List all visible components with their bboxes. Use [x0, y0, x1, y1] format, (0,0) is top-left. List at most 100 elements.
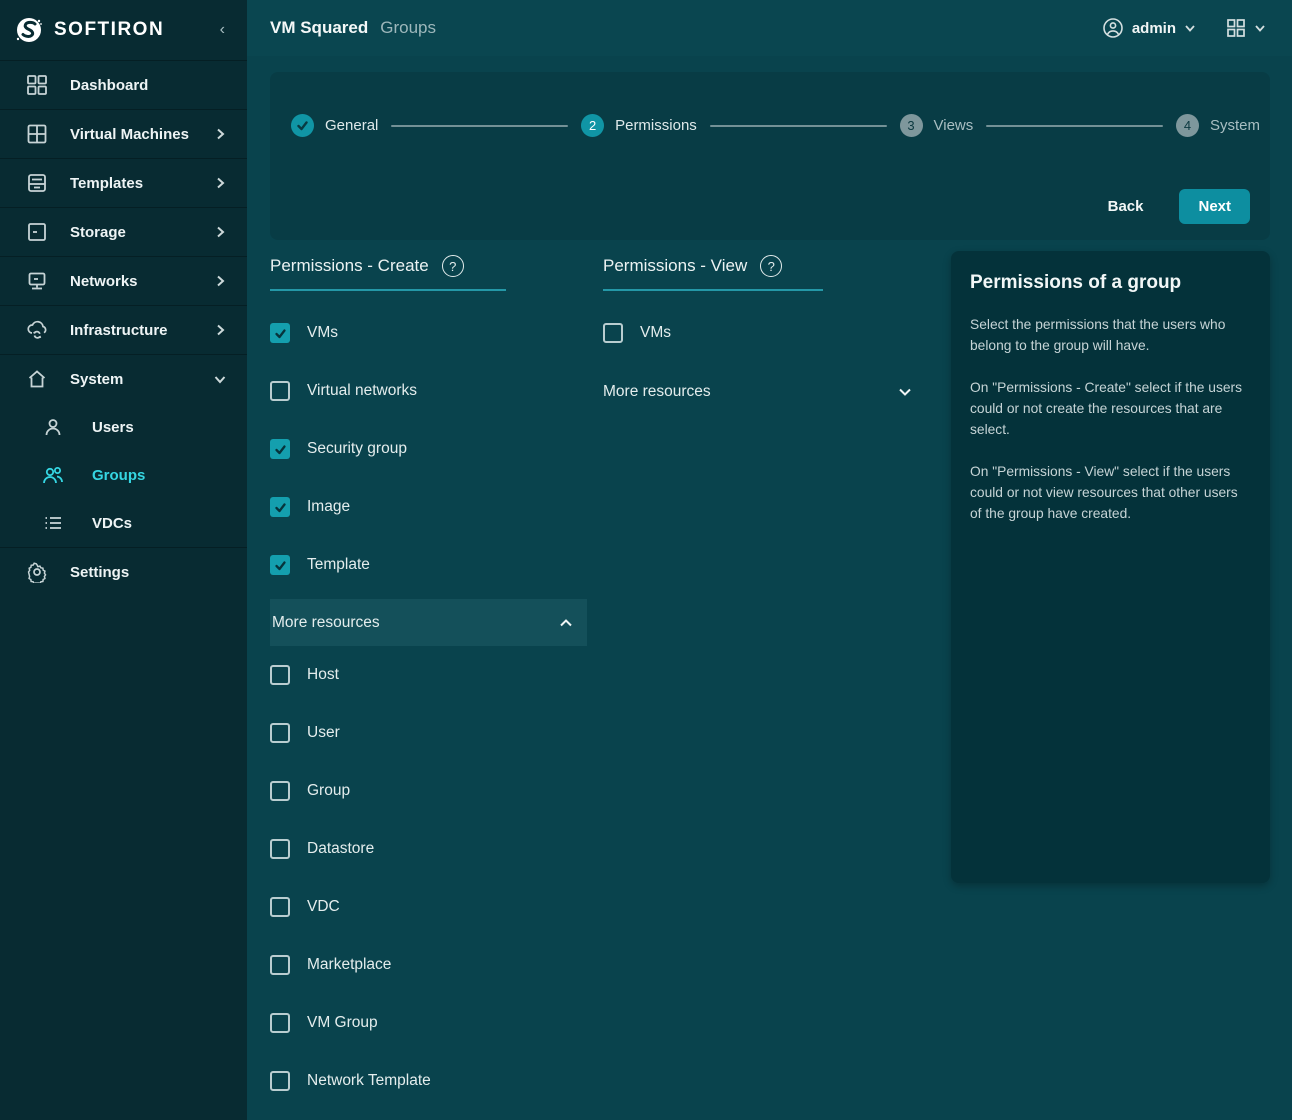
- next-button[interactable]: Next: [1179, 189, 1250, 224]
- user-menu[interactable]: admin: [1102, 17, 1196, 39]
- permissions-create-column: Permissions - Create ? VMs: [270, 251, 587, 1110]
- user-circle-icon: [1102, 17, 1124, 39]
- templates-icon: [25, 171, 49, 195]
- apps-grid-icon: [1226, 18, 1246, 38]
- step-number: 3: [900, 114, 923, 137]
- info-paragraph: On "Permissions - Create" select if the …: [970, 377, 1251, 440]
- checkbox[interactable]: [270, 555, 290, 575]
- infrastructure-icon: [25, 318, 49, 342]
- checkbox-label: VDC: [307, 898, 340, 916]
- sidebar-item-users[interactable]: Users: [0, 403, 247, 451]
- checkbox[interactable]: [270, 781, 290, 801]
- chevron-down-icon: [897, 384, 913, 400]
- checkbox-row-virtual-networks: Virtual networks: [270, 362, 587, 420]
- checkbox-row-template: Template: [270, 536, 587, 594]
- softiron-logo-icon: [14, 15, 44, 45]
- checkbox-label: Security group: [307, 440, 407, 458]
- help-icon[interactable]: ?: [760, 255, 782, 277]
- checkbox-label: Image: [307, 498, 350, 516]
- title-underline: [270, 289, 506, 291]
- more-resources-toggle-view[interactable]: More resources: [603, 368, 917, 416]
- permissions-section: Permissions - Create ? VMs: [270, 251, 1270, 1110]
- sidebar-item-label: System: [70, 371, 123, 388]
- checkbox-label: VM Group: [307, 1014, 378, 1032]
- sidebar-item-templates[interactable]: Templates: [0, 158, 247, 207]
- sidebar-item-label: VDCs: [92, 515, 132, 532]
- checkbox-label: User: [307, 724, 340, 742]
- sidebar-item-virtual-machines[interactable]: Virtual Machines: [0, 109, 247, 158]
- sidebar-item-dashboard[interactable]: Dashboard: [0, 60, 247, 109]
- sidebar-item-label: Dashboard: [70, 77, 148, 94]
- help-icon[interactable]: ?: [442, 255, 464, 277]
- chevron-right-icon: [213, 127, 227, 141]
- checkbox-row-image: Image: [270, 478, 587, 536]
- info-paragraph: On "Permissions - View" select if the us…: [970, 461, 1251, 524]
- networks-icon: [25, 269, 49, 293]
- step-general[interactable]: General: [291, 114, 378, 137]
- sidebar-item-system[interactable]: System: [0, 354, 247, 403]
- user-icon: [41, 415, 65, 439]
- step-number: 2: [581, 114, 604, 137]
- sidebar-item-label: Networks: [70, 273, 138, 290]
- checkbox[interactable]: [270, 955, 290, 975]
- checkbox-label: VMs: [640, 324, 671, 342]
- home-icon: [25, 367, 49, 391]
- checkbox[interactable]: [270, 1071, 290, 1091]
- sidebar-item-label: Infrastructure: [70, 322, 168, 339]
- checkbox[interactable]: [270, 381, 290, 401]
- checkbox[interactable]: [270, 839, 290, 859]
- checkbox[interactable]: [270, 323, 290, 343]
- page-title: VM Squared: [270, 18, 368, 38]
- dashboard-icon: [25, 73, 49, 97]
- step-permissions[interactable]: 2 Permissions: [581, 114, 697, 137]
- checkbox[interactable]: [270, 665, 290, 685]
- sidebar-item-label: Groups: [92, 467, 145, 484]
- step-label: Views: [934, 117, 974, 134]
- checkbox-row-security-group: Security group: [270, 420, 587, 478]
- sidebar-item-storage[interactable]: Storage: [0, 207, 247, 256]
- checkbox-row-vm-group: VM Group: [270, 994, 587, 1052]
- checkbox[interactable]: [270, 439, 290, 459]
- checkbox[interactable]: [270, 897, 290, 917]
- checkbox-row-vms: VMs: [270, 304, 587, 362]
- step-system[interactable]: 4 System: [1176, 114, 1260, 137]
- checkbox-row-group: Group: [270, 762, 587, 820]
- checkbox-row-user: User: [270, 704, 587, 762]
- chevron-up-icon: [558, 615, 574, 631]
- step-label: System: [1210, 117, 1260, 134]
- info-panel: Permissions of a group Select the permis…: [951, 251, 1270, 883]
- permissions-create-title: Permissions - Create ?: [270, 251, 587, 289]
- info-panel-title: Permissions of a group: [970, 272, 1251, 294]
- sidebar-item-label: Templates: [70, 175, 143, 192]
- sidebar-item-vdcs[interactable]: VDCs: [0, 499, 247, 547]
- wizard-actions: Back Next: [291, 137, 1260, 224]
- sidebar-collapse-icon[interactable]: ‹: [214, 19, 231, 41]
- sidebar-item-groups[interactable]: Groups: [0, 451, 247, 499]
- checkbox[interactable]: [270, 497, 290, 517]
- column-title-text: Permissions - Create: [270, 256, 429, 276]
- virtual-machines-icon: [25, 122, 49, 146]
- step-views[interactable]: 3 Views: [900, 114, 974, 137]
- checkbox-label: Virtual networks: [307, 382, 417, 400]
- sidebar-item-settings[interactable]: Settings: [0, 547, 247, 596]
- checkbox-label: Datastore: [307, 840, 374, 858]
- checkbox-label: Group: [307, 782, 350, 800]
- apps-menu[interactable]: [1226, 18, 1266, 38]
- checkbox[interactable]: [270, 1013, 290, 1033]
- checkbox[interactable]: [270, 723, 290, 743]
- chevron-right-icon: [213, 225, 227, 239]
- sidebar-item-infrastructure[interactable]: Infrastructure: [0, 305, 247, 354]
- stepper-connector: [391, 125, 568, 127]
- sidebar-item-label: Virtual Machines: [70, 126, 189, 143]
- brand-name: SOFTIRON: [54, 19, 164, 41]
- info-paragraph: Select the permissions that the users wh…: [970, 314, 1251, 356]
- sidebar-item-networks[interactable]: Networks: [0, 256, 247, 305]
- checkbox[interactable]: [603, 323, 623, 343]
- chevron-down-icon: [213, 372, 227, 386]
- checkbox-row-vdc: VDC: [270, 878, 587, 936]
- checkbox-label: VMs: [307, 324, 338, 342]
- users-group-icon: [41, 463, 65, 487]
- back-button[interactable]: Back: [1102, 197, 1150, 216]
- wizard-card: General 2 Permissions 3 Views 4 System: [270, 72, 1270, 240]
- more-resources-toggle-create[interactable]: More resources: [270, 599, 587, 646]
